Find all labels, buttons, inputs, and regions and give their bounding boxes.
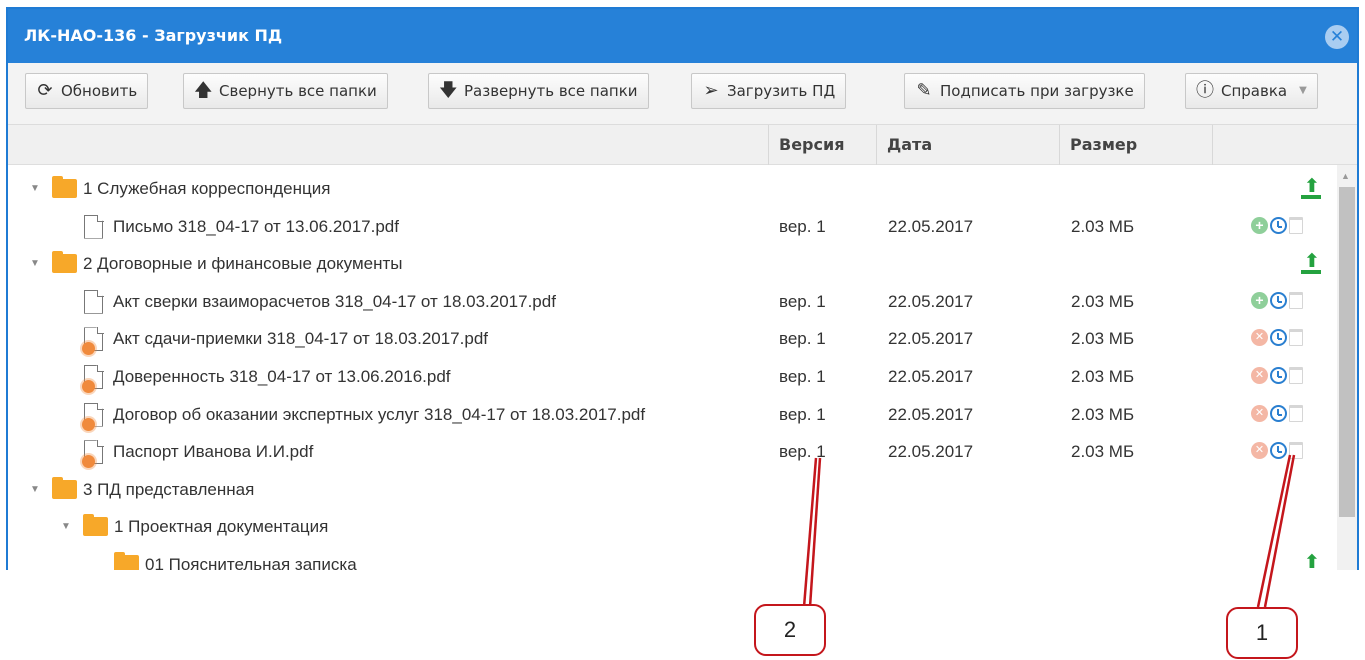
callout-lines — [802, 454, 1296, 608]
callout-actions: 1 — [1226, 607, 1298, 659]
callout-version: 2 — [754, 604, 826, 656]
